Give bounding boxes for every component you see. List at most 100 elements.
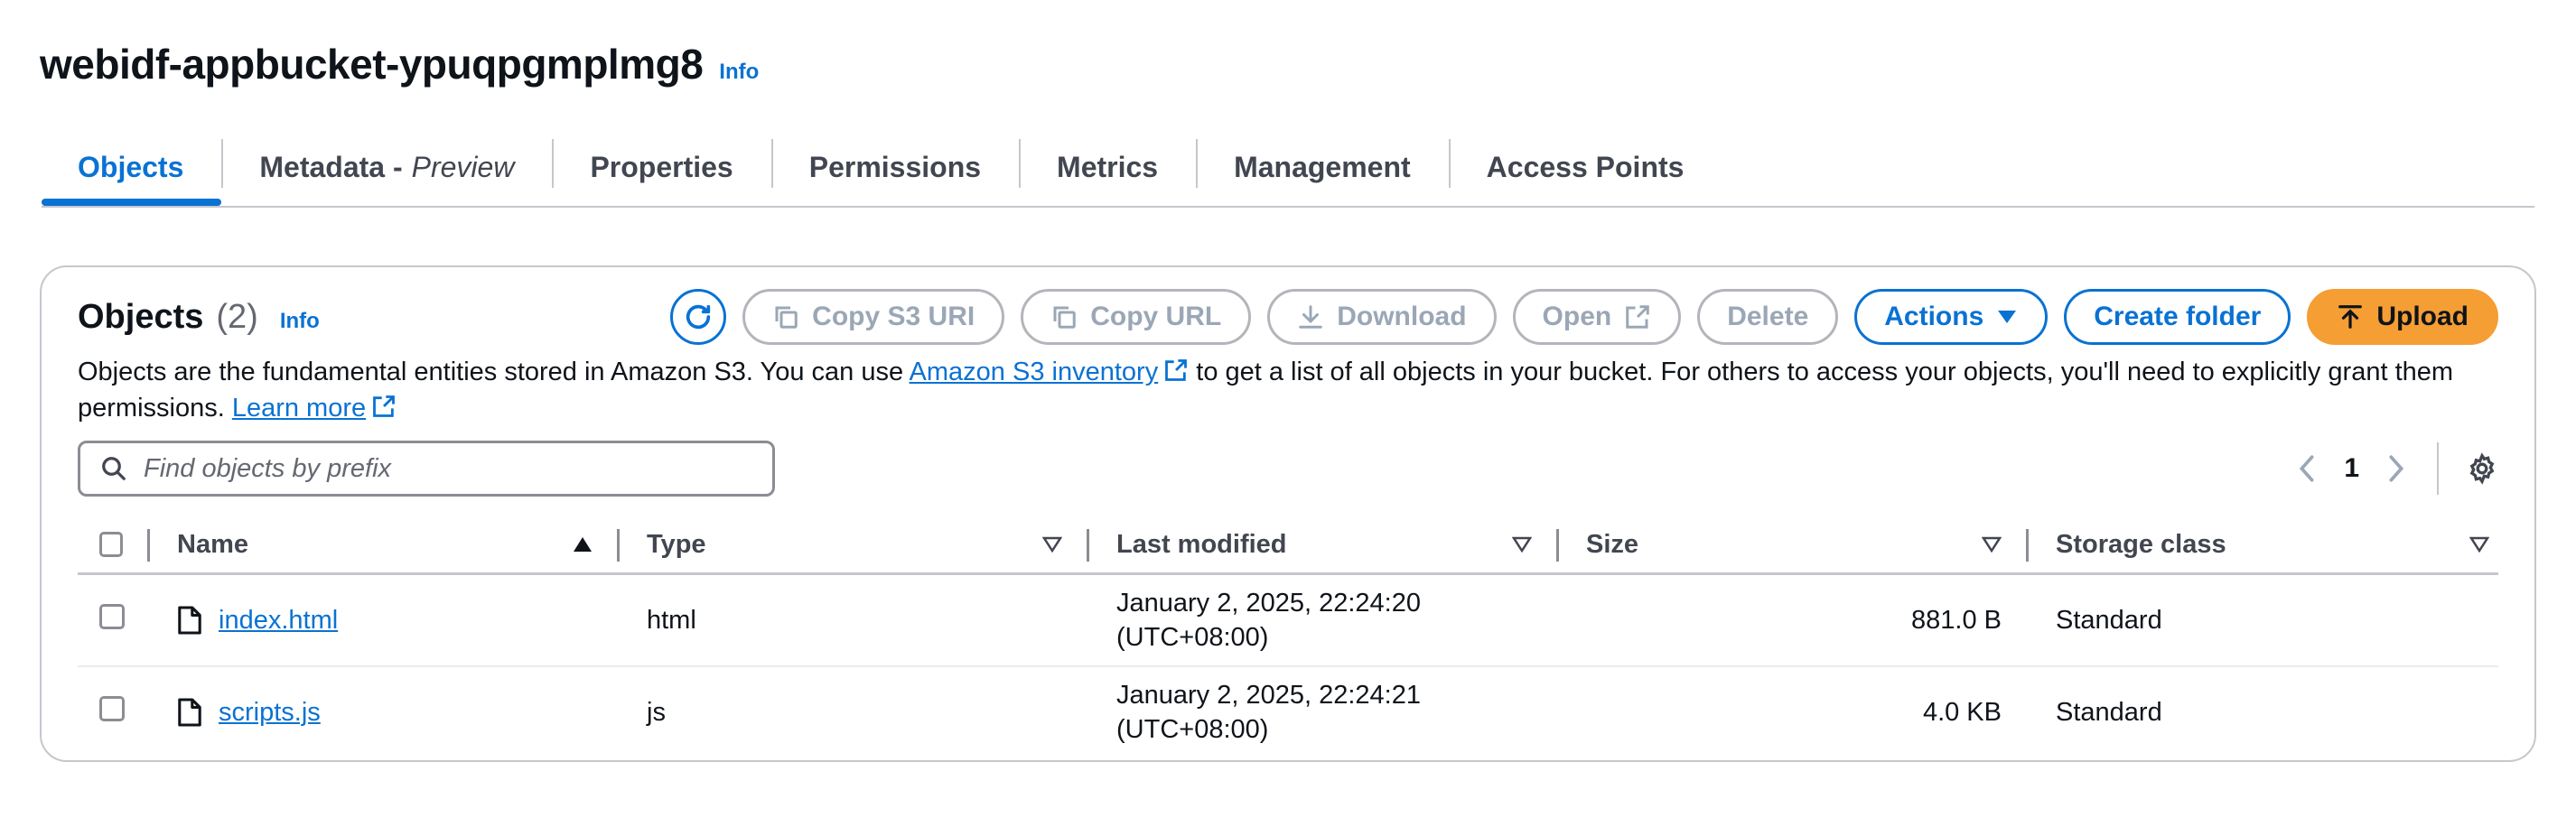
page-number[interactable]: 1 [2344,453,2359,484]
sort-icon [1042,536,1062,553]
copy-url-label: Copy URL [1090,302,1222,331]
chevron-left-icon[interactable] [2297,453,2317,484]
description-text-1: Objects are the fundamental entities sto… [78,358,910,386]
objects-info-link[interactable]: Info [280,309,320,334]
row-checkbox[interactable] [99,604,125,629]
tab-properties-label: Properties [590,150,733,183]
upload-icon [2338,305,2363,329]
search-box [78,441,775,497]
copy-icon [1053,306,1076,329]
external-link-icon [373,395,396,417]
tab-properties[interactable]: Properties [552,135,770,199]
external-link-icon [1626,305,1649,329]
column-header-size[interactable]: Size [1559,516,2029,575]
open-button[interactable]: Open [1512,289,1682,345]
refresh-icon [686,304,711,330]
objects-container: Objects (2) Info Copy S3 URI Copy URL Do… [40,265,2536,762]
actions-label: Actions [1884,302,1984,331]
column-header-type[interactable]: Type [620,516,1089,575]
tab-access-points-label: Access Points [1486,150,1685,183]
tab-permissions[interactable]: Permissions [770,135,1019,199]
sort-icon [1982,536,2002,553]
sort-ascending-icon [574,537,592,552]
s3-inventory-link[interactable]: Amazon S3 inventory [910,358,1159,386]
object-size: 4.0 KB [1922,697,2002,727]
upload-button[interactable]: Upload [2307,289,2498,345]
column-size-label: Size [1586,529,1639,559]
create-folder-label: Create folder [2094,302,2262,331]
object-type: html [620,573,1089,667]
object-last-modified: January 2, 2025, 22:24:21 (UTC+08:00) [1116,678,1559,747]
refresh-button[interactable] [670,289,727,345]
column-header-name[interactable]: Name [150,516,620,575]
modified-date: January 2, 2025, 22:24:20 [1116,589,1421,618]
tab-metrics[interactable]: Metrics [1019,135,1196,199]
search-input[interactable] [142,452,742,485]
object-last-modified: January 2, 2025, 22:24:20 (UTC+08:00) [1116,586,1559,655]
pager-divider [2437,442,2439,495]
upload-label: Upload [2376,302,2469,331]
download-icon [1299,305,1322,329]
open-label: Open [1542,302,1612,331]
column-storage-class-label: Storage class [2056,529,2226,559]
objects-header: Objects (2) Info [78,298,320,337]
object-link[interactable]: index.html [219,606,338,636]
file-icon [178,698,201,727]
gear-icon[interactable] [2466,452,2498,485]
pagination: 1 [2297,442,2498,495]
table-row: index.html html January 2, 2025, 22:24:2… [78,573,2498,667]
caret-down-icon [1998,311,2017,323]
row-checkbox[interactable] [99,696,125,721]
column-name-label: Name [177,529,248,559]
tab-management-label: Management [1234,150,1411,183]
modified-timezone: (UTC+08:00) [1116,715,1269,744]
bucket-info-link[interactable]: Info [719,60,759,85]
modified-timezone: (UTC+08:00) [1116,623,1269,652]
tab-objects[interactable]: Objects [42,135,222,206]
external-link-icon [1165,359,1188,381]
table-header-row: Name Type Last modified Size Storage cla… [78,516,2498,575]
sort-icon [1512,536,1532,553]
copy-s3-uri-button[interactable]: Copy S3 URI [742,289,1005,345]
chevron-right-icon[interactable] [2386,453,2406,484]
download-label: Download [1337,302,1467,331]
column-type-label: Type [647,529,706,559]
column-header-last-modified[interactable]: Last modified [1089,516,1559,575]
column-last-modified-label: Last modified [1116,529,1287,559]
object-storage-class: Standard [2056,697,2162,727]
download-button[interactable]: Download [1267,289,1497,345]
column-header-storage-class[interactable]: Storage class [2029,516,2498,575]
delete-label: Delete [1727,302,1809,331]
select-all-checkbox[interactable] [99,532,123,557]
copy-url-button[interactable]: Copy URL [1021,289,1252,345]
tab-permissions-label: Permissions [808,150,982,183]
tab-metadata-label: Metadata - [259,150,403,183]
s3-inventory-link-label: Amazon S3 inventory [909,358,1159,386]
object-size: 881.0 B [1559,573,2029,667]
tab-management[interactable]: Management [1196,135,1449,199]
s3-bucket-page: webidf-appbucket-ypuqpgmplmg8 Info Objec… [0,0,2576,827]
copy-icon [775,306,798,329]
objects-toolbar: Copy S3 URI Copy URL Download Open Delet… [670,289,2498,345]
bucket-tabs: Objects Metadata - Preview Properties Per… [42,135,2534,208]
learn-more-label: Learn more [231,394,367,423]
objects-table: Name Type Last modified Size Storage cla… [78,516,2498,757]
file-icon [178,606,201,635]
delete-button[interactable]: Delete [1697,289,1839,345]
table-row: scripts.js js January 2, 2025, 22:24:21 (… [78,666,2498,757]
create-folder-button[interactable]: Create folder [2064,289,2291,345]
actions-dropdown[interactable]: Actions [1854,289,2049,345]
tab-objects-label: Objects [78,150,184,183]
object-link[interactable]: scripts.js [219,698,321,728]
objects-description: Objects are the fundamental entities sto… [78,354,2498,426]
copy-s3-uri-label: Copy S3 URI [812,302,975,331]
tab-metadata[interactable]: Metadata - Preview [221,135,552,199]
tab-access-points[interactable]: Access Points [1448,135,1722,199]
modified-date: January 2, 2025, 22:24:21 [1116,681,1421,710]
object-type: js [647,697,666,727]
objects-title: Objects [78,298,204,336]
tab-metrics-label: Metrics [1057,150,1159,183]
learn-more-link[interactable]: Learn more [232,394,366,423]
search-icon [102,457,126,480]
bucket-header: webidf-appbucket-ypuqpgmplmg8 Info [40,40,759,88]
